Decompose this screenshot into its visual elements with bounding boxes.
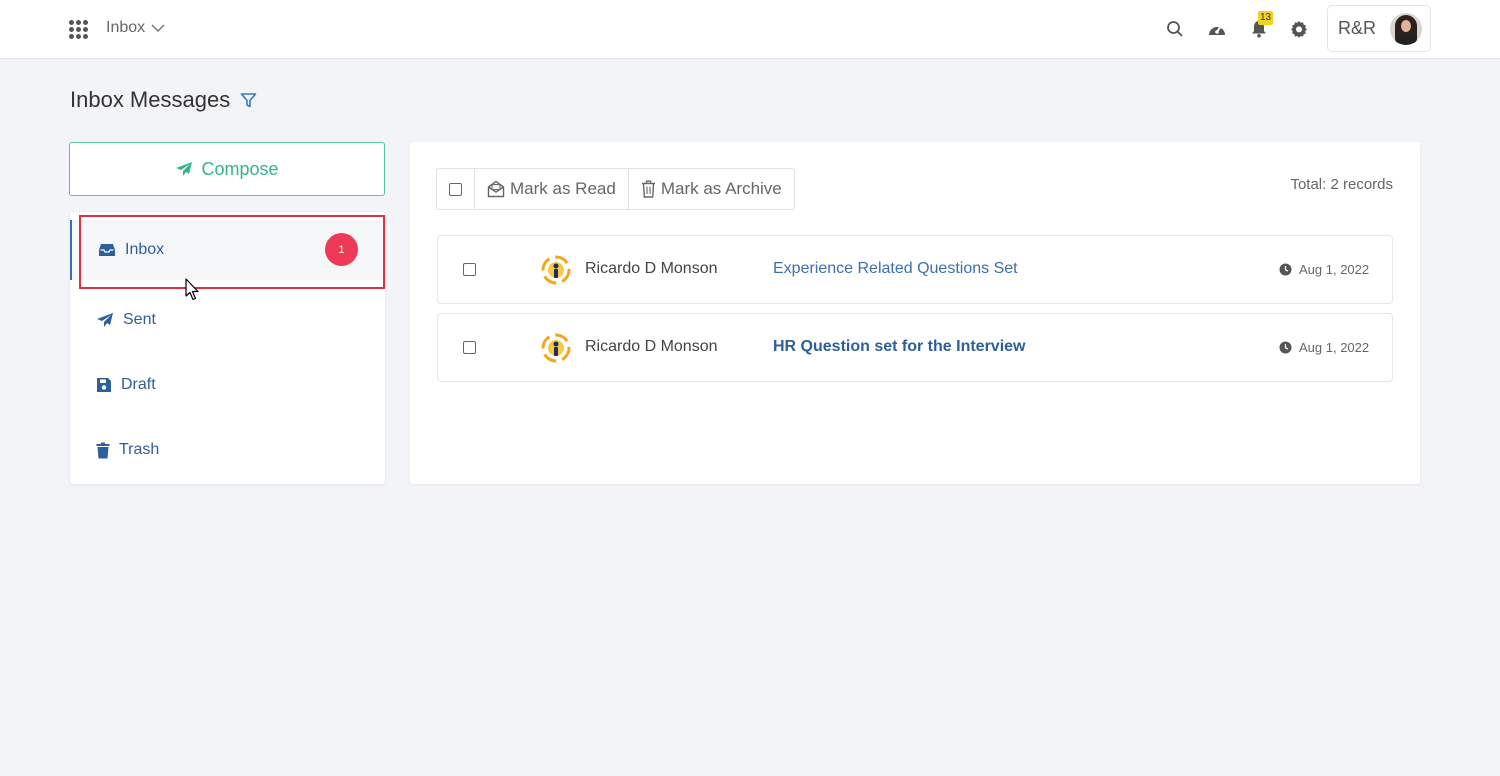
- folder-trash[interactable]: Trash: [70, 420, 385, 480]
- sender-logo-icon: [541, 333, 571, 363]
- inbox-icon: [99, 244, 115, 256]
- select-all-checkbox[interactable]: [449, 182, 462, 196]
- paper-plane-icon: [176, 162, 193, 176]
- folder-label: Sent: [123, 311, 156, 328]
- clock-icon: [1279, 341, 1292, 354]
- avatar: [1390, 13, 1422, 45]
- message-date-text: Aug 1, 2022: [1299, 340, 1370, 355]
- user-menu[interactable]: R&R: [1327, 5, 1431, 52]
- message-date: Aug 1, 2022: [1279, 340, 1369, 355]
- message-panel: Mark as Read Mark as Archive Total: 2 re…: [410, 142, 1420, 484]
- message-subject[interactable]: HR Question set for the Interview: [773, 338, 1025, 356]
- trash-outline-icon: [641, 180, 655, 198]
- trash-icon: [96, 442, 110, 458]
- org-name: R&R: [1338, 18, 1377, 38]
- select-all-cell: [437, 169, 475, 209]
- total-records: Total: 2 records: [1290, 176, 1393, 193]
- total-label: Total:: [1290, 176, 1327, 193]
- compose-label: Compose: [201, 158, 279, 179]
- mark-as-archive-button[interactable]: Mark as Archive: [629, 169, 794, 209]
- compose-button[interactable]: Compose: [69, 142, 385, 196]
- message-checkbox[interactable]: [463, 341, 476, 354]
- folder-sent[interactable]: Sent: [70, 290, 385, 350]
- bulk-actions-toolbar: Mark as Read Mark as Archive: [436, 168, 795, 210]
- folder-inbox[interactable]: Inbox 1: [70, 220, 385, 280]
- folder-label: Draft: [121, 376, 156, 393]
- sender-logo-icon: [541, 255, 571, 285]
- search-icon[interactable]: [1164, 18, 1186, 40]
- apps-grid-icon[interactable]: [69, 20, 88, 39]
- folder-label: Inbox: [125, 241, 165, 258]
- unread-count-badge: 1: [325, 233, 358, 266]
- save-icon: [97, 378, 111, 392]
- gear-icon[interactable]: [1288, 18, 1310, 40]
- message-row[interactable]: Ricardo D Monson HR Question set for the…: [437, 313, 1393, 382]
- mark-as-archive-label: Mark as Archive: [660, 179, 782, 198]
- chevron-down-icon: [151, 23, 165, 32]
- folder-list: Inbox 1 Sent Draft Trash: [70, 212, 385, 484]
- message-date: Aug 1, 2022: [1279, 262, 1369, 277]
- page-title: Inbox Messages: [70, 87, 257, 113]
- clock-icon: [1279, 263, 1292, 276]
- top-navbar: Inbox 13 R&R: [0, 0, 1500, 59]
- send-icon: [97, 313, 113, 327]
- message-sender: Ricardo D Monson: [585, 260, 718, 277]
- dashboard-gauge-icon[interactable]: [1206, 18, 1228, 40]
- filter-icon[interactable]: [240, 92, 257, 109]
- folder-draft[interactable]: Draft: [70, 355, 385, 415]
- message-subject[interactable]: Experience Related Questions Set: [773, 260, 1018, 278]
- message-row[interactable]: Ricardo D Monson Experience Related Ques…: [437, 235, 1393, 304]
- message-sender: Ricardo D Monson: [585, 338, 718, 355]
- module-label: Inbox: [106, 19, 146, 36]
- envelope-open-icon: [487, 180, 505, 198]
- mouse-cursor-icon: [185, 278, 199, 301]
- page-title-text: Inbox Messages: [70, 87, 231, 112]
- message-date-text: Aug 1, 2022: [1299, 262, 1370, 277]
- notification-count-badge: 13: [1258, 11, 1274, 25]
- mark-as-read-button[interactable]: Mark as Read: [475, 169, 629, 209]
- module-switcher[interactable]: Inbox: [106, 19, 165, 37]
- total-value: 2 records: [1330, 176, 1393, 193]
- mark-as-read-label: Mark as Read: [510, 179, 616, 198]
- folder-label: Trash: [119, 441, 160, 458]
- message-checkbox[interactable]: [463, 263, 476, 276]
